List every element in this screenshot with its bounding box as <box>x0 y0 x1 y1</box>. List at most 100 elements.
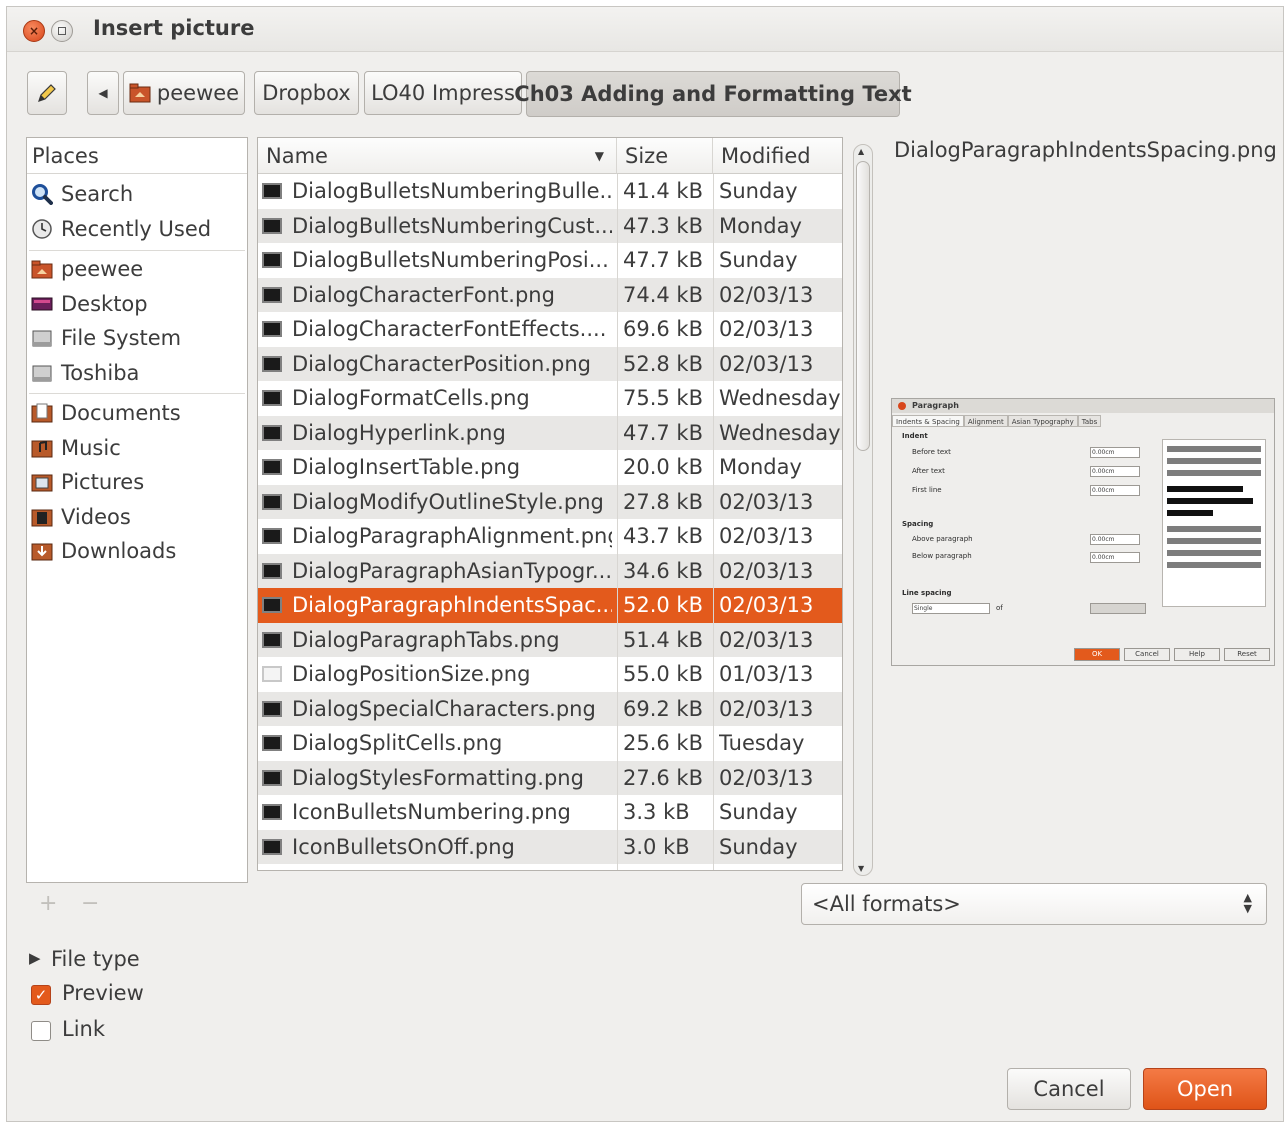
open-button[interactable]: Open <box>1143 1068 1267 1110</box>
image-file-icon <box>262 355 282 372</box>
path-back-button[interactable]: ◀ <box>87 71 119 115</box>
home-folder-icon <box>31 260 53 279</box>
home-folder-icon <box>129 83 151 103</box>
file-row[interactable]: DialogCharacterPosition.png 52.8 kB 02/03/… <box>258 346 842 382</box>
file-name-text: DialogParagraphTabs.png <box>292 627 560 652</box>
path-segment-lo40-impress[interactable]: LO40 Impress <box>364 71 522 115</box>
file-row[interactable]: DialogSplitCells.png 25.6 kB Tuesday <box>258 726 842 761</box>
file-modified: 02/03/13 <box>719 524 814 548</box>
scrollbar-thumb[interactable] <box>856 161 870 451</box>
file-name: DialogParagraphAsianTypogr... <box>262 554 612 589</box>
file-row[interactable]: IconBulletsOnOff.png 3.0 kB Sunday <box>258 829 842 864</box>
place-videos[interactable]: Videos <box>31 501 131 533</box>
file-type-expander[interactable]: File type <box>51 947 140 971</box>
image-file-icon <box>262 390 282 407</box>
preview-tabs: Indents & Spacing Alignment Asian Typogr… <box>892 415 1102 427</box>
preview-sample <box>1162 439 1266 607</box>
close-icon[interactable]: × <box>23 20 45 42</box>
window-title: Insert picture <box>93 16 255 40</box>
file-format-filter[interactable]: <All formats> ▲ ▼ <box>801 883 1267 925</box>
place-peewee[interactable]: peewee <box>31 253 143 285</box>
preview-dialog-title: Paragraph <box>892 399 1274 413</box>
file-modified: 02/03/13 <box>719 627 814 652</box>
preview-line <box>1167 550 1261 556</box>
place-recently-used[interactable]: Recently Used <box>31 213 211 245</box>
place-label: peewee <box>61 257 144 281</box>
edit-location-button[interactable] <box>27 71 67 115</box>
cancel-button[interactable]: Cancel <box>1007 1068 1131 1110</box>
column-header-size[interactable]: Size <box>617 138 713 174</box>
image-file-icon <box>262 321 282 338</box>
file-name-text: DialogModifyOutlineStyle.png <box>292 489 604 514</box>
preview-text: Line spacing <box>902 589 952 597</box>
place-file-system[interactable]: File System <box>31 322 181 354</box>
file-size: 27.6 kB <box>623 765 704 790</box>
drive-icon <box>32 330 52 347</box>
file-row[interactable]: DialogBulletsNumberingPosi... 47.7 kB Sund… <box>258 243 842 278</box>
filter-value: <All formats> <box>812 892 961 916</box>
file-row[interactable]: DialogStylesFormatting.png 27.6 kB 02/03/1… <box>258 760 842 795</box>
maximize-icon[interactable] <box>51 20 73 42</box>
place-desktop[interactable]: Desktop <box>31 288 148 320</box>
place-toshiba[interactable]: Toshiba <box>31 357 139 389</box>
file-size: 51.4 kB <box>623 627 704 652</box>
file-row[interactable]: DialogPositionSize.png 55.0 kB 01/03/13 <box>258 657 842 692</box>
preview-line <box>1167 446 1261 452</box>
places-separator <box>29 393 245 394</box>
place-pictures[interactable]: Pictures <box>31 466 144 498</box>
scroll-up-icon[interactable]: ▲ <box>858 147 864 156</box>
place-documents[interactable]: Documents <box>31 397 181 429</box>
preview-checkbox[interactable]: ✓ <box>31 985 51 1005</box>
add-place-button[interactable]: + <box>39 891 57 916</box>
path-segment-dropbox[interactable]: Dropbox <box>254 71 359 115</box>
link-checkbox[interactable] <box>31 1021 51 1041</box>
pictures-folder-icon <box>31 474 53 492</box>
file-row[interactable]: DialogParagraphIndentsSpac... 52.0 kB 02/0… <box>258 588 842 623</box>
image-file-icon <box>262 424 282 441</box>
file-size: 27.8 kB <box>623 489 704 514</box>
file-list-scrollbar[interactable]: ▲ ▼ <box>853 144 873 876</box>
file-name-text: DialogParagraphAlignment.png <box>292 524 612 549</box>
expander-arrow-icon[interactable]: ▶ <box>29 949 41 967</box>
file-row[interactable]: DialogModifyOutlineStyle.png 27.8 kB 02/03… <box>258 484 842 519</box>
file-row[interactable]: DialogParagraphAlignment.png 43.7 kB 02/03… <box>258 519 842 554</box>
file-row[interactable]: DialogBulletsNumberingCust... 47.3 kB Mond… <box>258 208 842 243</box>
preview-field: 0.00cm <box>1090 447 1140 458</box>
path-segment-ch03[interactable]: Ch03 Adding and Formatting Text <box>514 71 912 117</box>
file-row[interactable]: DialogParagraphAsianTypogr... 34.6 kB 02/0… <box>258 553 842 589</box>
place-downloads[interactable]: Downloads <box>31 535 176 567</box>
preview-text: Before text <box>912 448 951 456</box>
file-size: 69.2 kB <box>623 696 704 721</box>
column-header-name[interactable]: Name ▼ <box>258 138 617 174</box>
place-label: Documents <box>61 401 181 425</box>
place-label: Videos <box>61 505 131 529</box>
file-row[interactable]: DialogCharacterFont.png 74.4 kB 02/03/13 <box>258 277 842 313</box>
music-folder-icon <box>31 440 53 458</box>
file-name: DialogCharacterPosition.png <box>262 347 612 382</box>
column-header-modified[interactable]: Modified <box>713 138 842 174</box>
file-row[interactable]: DialogBulletsNumberingBulle... 41.4 kB Sun… <box>258 174 842 209</box>
file-row[interactable]: DialogParagraphTabs.png 51.4 kB 02/03/13 <box>258 622 842 657</box>
preview-field: 0.00cm <box>1090 534 1140 545</box>
file-row[interactable]: DialogInsertTable.png 20.0 kB Monday <box>258 450 842 485</box>
file-row[interactable]: IconBulletsNumbering.png 3.3 kB Sunday <box>258 795 842 830</box>
preview-button: Help <box>1174 648 1220 661</box>
file-row[interactable]: DialogHyperlink.png 47.7 kB Wednesday <box>258 415 842 450</box>
scroll-down-icon[interactable]: ▼ <box>858 864 864 873</box>
file-name-text: DialogPositionSize.png <box>292 662 531 687</box>
clock-icon <box>32 219 52 239</box>
file-modified: 02/03/13 <box>719 558 814 583</box>
remove-place-button[interactable]: − <box>81 891 99 916</box>
file-row[interactable]: DialogSpecialCharacters.png 69.2 kB 02/03/… <box>258 691 842 726</box>
file-name: DialogFormatCells.png <box>262 381 612 416</box>
pencil-icon <box>38 84 56 102</box>
file-row[interactable]: DialogFormatCells.png 75.5 kB Wednesday <box>258 381 842 416</box>
place-search[interactable]: Search <box>31 178 133 210</box>
file-row[interactable]: DialogCharacterFontEffects.... 69.6 kB 02/… <box>258 312 842 347</box>
path-segment-peewee[interactable]: peewee <box>123 71 245 115</box>
file-name: DialogCharacterFont.png <box>262 278 612 313</box>
file-size: 47.3 kB <box>623 213 704 238</box>
file-modified: Wednesday <box>719 420 841 445</box>
place-music[interactable]: Music <box>31 432 121 464</box>
preview-button: Reset <box>1224 648 1270 661</box>
